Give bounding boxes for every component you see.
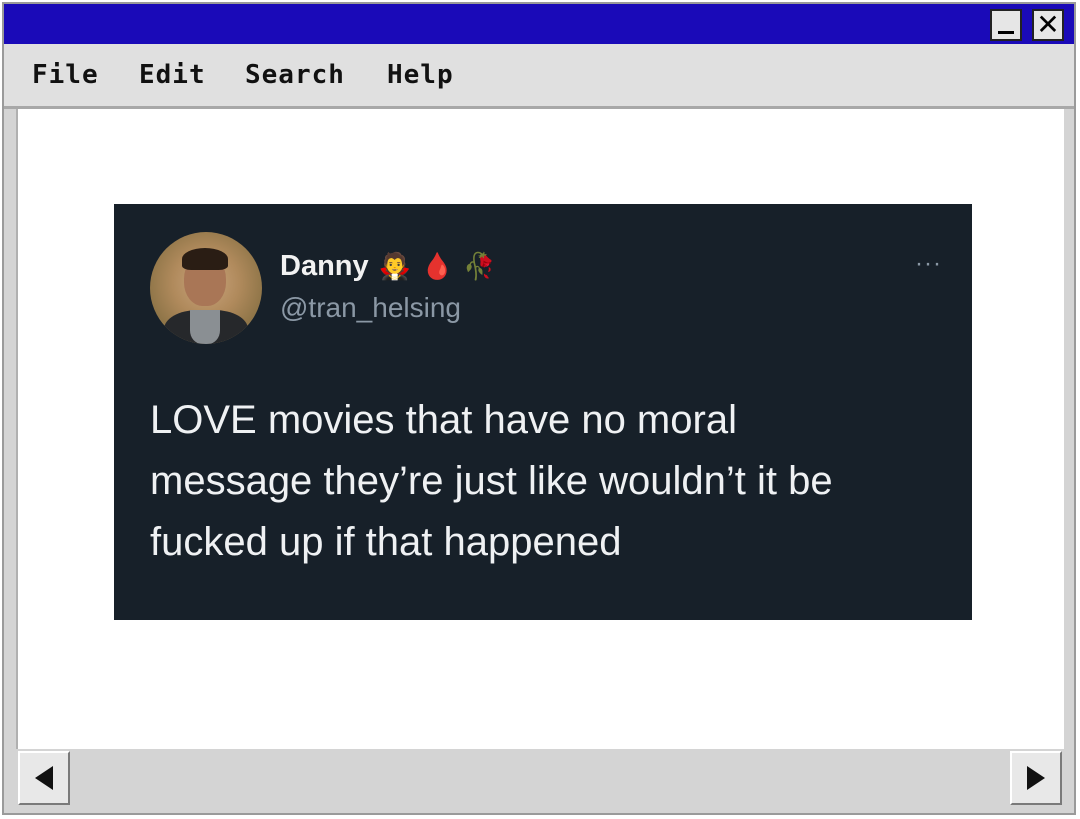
tweet-card: Danny 🧛 🩸 🥀 @tran_helsing ··· LOVE movie…: [114, 204, 972, 620]
avatar-collar: [190, 310, 220, 344]
more-options-icon[interactable]: ···: [915, 250, 942, 278]
tweet-text-line: LOVE movies that have no moral: [150, 398, 737, 442]
menu-bar: File Edit Search Help: [4, 44, 1074, 109]
avatar[interactable]: [150, 232, 262, 344]
tweet-text-line: message they’re just like wouldn’t it be: [150, 459, 833, 503]
menu-edit[interactable]: Edit: [139, 60, 206, 90]
avatar-hair: [182, 248, 228, 270]
display-name[interactable]: Danny: [280, 250, 369, 283]
user-handle[interactable]: @tran_helsing: [280, 292, 461, 324]
scroll-left-button[interactable]: [18, 751, 70, 805]
tweet-text: LOVE movies that have no moral message t…: [150, 390, 950, 573]
close-button[interactable]: ✕: [1032, 9, 1064, 41]
menu-file[interactable]: File: [32, 60, 99, 90]
arrow-right-icon: [1027, 766, 1045, 790]
close-icon: ✕: [1036, 8, 1060, 41]
app-window: ✕ File Edit Search Help Danny 🧛 🩸 🥀 @tra…: [2, 2, 1076, 815]
menu-help[interactable]: Help: [387, 60, 454, 90]
tweet-author-row: Danny 🧛 🩸 🥀: [280, 250, 496, 283]
minimize-icon: [998, 31, 1014, 34]
drop-of-blood-emoji: 🩸: [421, 251, 454, 282]
title-bar: ✕: [4, 4, 1074, 44]
wilted-rose-emoji: 🥀: [463, 251, 496, 282]
scroll-right-button[interactable]: [1010, 751, 1062, 805]
horizontal-scrollbar[interactable]: [16, 749, 1064, 807]
arrow-left-icon: [35, 766, 53, 790]
vampire-emoji: 🧛: [378, 251, 412, 282]
tweet-text-line: fucked up if that happened: [150, 520, 622, 564]
minimize-button[interactable]: [990, 9, 1022, 41]
content-area: Danny 🧛 🩸 🥀 @tran_helsing ··· LOVE movie…: [16, 109, 1064, 749]
menu-search[interactable]: Search: [245, 60, 345, 90]
